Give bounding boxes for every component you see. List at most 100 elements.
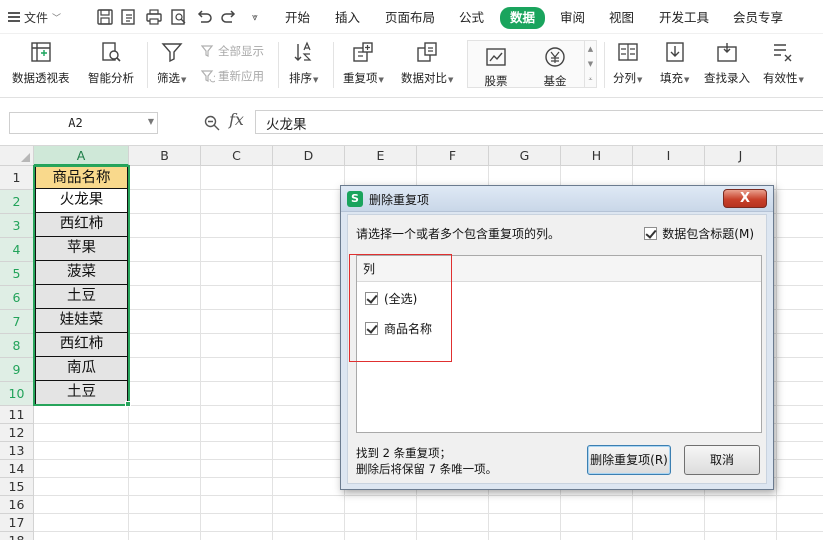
data-has-header-checkbox[interactable]: 数据包含标题(M) (644, 225, 754, 242)
row-header-5[interactable]: 5 (0, 262, 34, 286)
column-product-name-label: 商品名称 (384, 321, 433, 336)
select-all-corner[interactable] (0, 146, 34, 166)
cell-a10[interactable]: 土豆 (35, 381, 128, 405)
name-box[interactable]: A2 ▼ (9, 112, 158, 134)
more-icon[interactable]: ⩡ (589, 75, 593, 84)
checkbox-checked-icon[interactable] (365, 321, 378, 335)
cancel-button[interactable]: 取消 (684, 445, 760, 475)
row-header-2[interactable]: 2 (0, 190, 34, 214)
cell-a6[interactable]: 土豆 (35, 285, 128, 309)
column-header-i[interactable]: I (633, 146, 705, 166)
column-header-e[interactable]: E (345, 146, 417, 166)
cell-a8[interactable]: 西红柿 (35, 333, 128, 357)
name-box-dropdown-icon[interactable]: ▼ (148, 117, 154, 126)
dropdown-arrow-icon: ▼ (798, 76, 804, 84)
dialog-titlebar[interactable]: S 删除重复项 X (341, 186, 773, 212)
cell-a2[interactable]: 火龙果 (35, 189, 128, 213)
row-header-6[interactable]: 6 (0, 286, 34, 310)
scroll-down-icon[interactable]: ▼ (588, 60, 593, 68)
row-header-3[interactable]: 3 (0, 214, 34, 238)
dropdown-arrow-icon: ▼ (181, 76, 187, 84)
filter-button[interactable]: 筛选▼ (157, 38, 186, 92)
dropdown-arrow-icon: ▼ (637, 76, 643, 84)
row-header-14[interactable]: 14 (0, 460, 34, 478)
row-header-8[interactable]: 8 (0, 334, 34, 358)
formula-bar: A2 ▼ fx 火龙果 (0, 98, 823, 146)
row-header-4[interactable]: 4 (0, 238, 34, 262)
column-header-a[interactable]: A (34, 146, 129, 166)
column-header-j[interactable]: J (705, 146, 777, 166)
cell-a9[interactable]: 南瓜 (35, 357, 128, 381)
select-all-checkbox[interactable]: (全选) (365, 290, 417, 306)
row-header-16[interactable]: 16 (0, 496, 34, 514)
tab-formulas[interactable]: 公式 (459, 8, 484, 28)
row-header-15[interactable]: 15 (0, 478, 34, 496)
validity-icon (769, 38, 797, 66)
funds-button[interactable]: 基金 (541, 45, 569, 99)
column-header-d[interactable]: D (273, 146, 345, 166)
cell-a3[interactable]: 西红柿 (35, 213, 128, 237)
row-header-18[interactable]: 18 (0, 532, 34, 540)
duplicates-button[interactable]: 重复项▼ (343, 38, 384, 92)
column-header-c[interactable]: C (201, 146, 273, 166)
close-icon[interactable]: X (723, 189, 767, 208)
column-header-g[interactable]: G (489, 146, 561, 166)
row-header-9[interactable]: 9 (0, 358, 34, 382)
undo-icon[interactable] (194, 7, 214, 27)
lookup-entry-button[interactable]: 查找录入 (704, 38, 750, 92)
sort-button[interactable]: 排序▼ (289, 38, 318, 92)
cell-a1-header[interactable]: 商品名称 (35, 166, 128, 189)
tab-developer[interactable]: 开发工具 (659, 8, 709, 28)
cell-a7[interactable]: 娃娃菜 (35, 309, 128, 333)
export-pdf-icon[interactable] (119, 7, 139, 27)
redo-icon[interactable] (219, 7, 239, 27)
scroll-up-icon[interactable]: ▲ (588, 45, 593, 53)
tab-data[interactable]: 数据 (500, 7, 546, 29)
data-compare-button[interactable]: 数据对比▼ (401, 38, 453, 92)
checkbox-checked-icon[interactable] (644, 227, 658, 240)
row-header-1[interactable]: 1 (0, 166, 34, 190)
column-checkbox-product-name[interactable]: 商品名称 (365, 320, 432, 336)
formula-input[interactable]: 火龙果 (255, 110, 823, 134)
stocks-icon (482, 45, 510, 69)
tab-page-layout[interactable]: 页面布局 (385, 8, 435, 28)
cell-a4[interactable]: 苹果 (35, 237, 128, 261)
row-header-12[interactable]: 12 (0, 424, 34, 442)
split-column-button[interactable]: 分列▼ (613, 38, 642, 92)
filter-label: 筛选 (157, 71, 180, 85)
row-header-7[interactable]: 7 (0, 310, 34, 334)
column-header-b[interactable]: B (129, 146, 201, 166)
stocks-button[interactable]: 股票 (482, 45, 510, 99)
column-header-partial[interactable] (777, 146, 823, 166)
validity-button[interactable]: 有效性▼ (763, 38, 804, 92)
checkbox-checked-icon[interactable] (365, 291, 378, 305)
reapply-button[interactable]: 重新应用 (201, 67, 264, 85)
smart-analysis-button[interactable]: 智能分析 (88, 38, 134, 92)
tab-review[interactable]: 审阅 (560, 8, 585, 28)
show-all-button[interactable]: 全部显示 (201, 42, 264, 60)
tab-member[interactable]: 会员专享 (733, 8, 783, 28)
insert-function-icon[interactable]: fx (229, 110, 244, 129)
column-header-f[interactable]: F (417, 146, 489, 166)
file-menu[interactable]: 文件 ﹀ (8, 8, 61, 26)
zoom-icon[interactable] (203, 114, 221, 132)
hamburger-icon (8, 12, 20, 22)
gallery-scroll[interactable]: ▲ ▼ ⩡ (584, 41, 596, 87)
pivot-table-button[interactable]: 数据透视表 (12, 38, 70, 92)
cell-a5[interactable]: 菠菜 (35, 261, 128, 285)
tab-home[interactable]: 开始 (285, 8, 310, 28)
tab-view[interactable]: 视图 (609, 8, 634, 28)
column-header-h[interactable]: H (561, 146, 633, 166)
customize-quick-access-icon[interactable]: ⩔ (245, 7, 265, 27)
print-icon[interactable] (144, 7, 164, 27)
row-header-11[interactable]: 11 (0, 406, 34, 424)
save-icon[interactable] (95, 7, 115, 27)
fill-handle[interactable] (125, 401, 131, 407)
remove-duplicates-button[interactable]: 删除重复项(R) (587, 445, 671, 475)
row-header-10[interactable]: 10 (0, 382, 34, 406)
row-header-17[interactable]: 17 (0, 514, 34, 532)
fill-button[interactable]: 填充▼ (660, 38, 689, 92)
print-preview-icon[interactable] (169, 7, 189, 27)
row-header-13[interactable]: 13 (0, 442, 34, 460)
tab-insert[interactable]: 插入 (335, 8, 360, 28)
